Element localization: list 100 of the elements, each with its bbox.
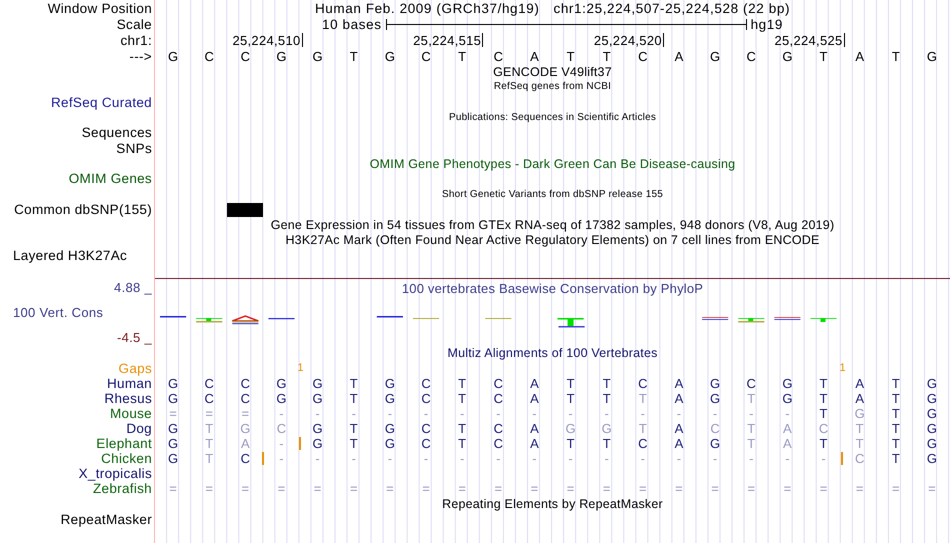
insertion-mark <box>840 452 843 465</box>
track-label: RefSeq Curated <box>50 94 152 110</box>
base-letter: T <box>638 420 647 436</box>
track-title: OMIM Gene Phenotypes - Dark Green Can Be Disease-causing <box>370 156 736 171</box>
base-letter: T <box>892 390 900 406</box>
base-letter: A <box>530 390 539 406</box>
track-label: Window Position <box>48 0 152 16</box>
base-letter: A <box>783 420 792 436</box>
base-letter: G <box>710 436 720 451</box>
base-letter: G <box>602 420 612 436</box>
base-letter: A <box>783 436 792 451</box>
base-letter: - <box>749 406 754 421</box>
track-label: Mouse <box>110 406 152 421</box>
base-letter: G <box>782 390 792 406</box>
base-letter: T <box>350 436 358 451</box>
base-letter: G <box>168 390 178 406</box>
base-letter: T <box>892 376 900 391</box>
track-label: chr1: <box>120 32 152 48</box>
base-letter: = <box>458 480 466 496</box>
base-letter: G <box>384 48 395 64</box>
base-letter: = <box>675 480 683 496</box>
track-label: Common dbSNP(155) <box>14 202 152 218</box>
base-letter: G <box>782 376 792 391</box>
track-title: GENCODE V49lift37 <box>493 64 612 79</box>
base-letter: A <box>674 436 684 451</box>
base-letter: T <box>747 420 756 436</box>
base-letter: C <box>494 420 503 436</box>
base-letter: C <box>494 48 503 64</box>
base-letter: G <box>240 420 250 436</box>
base-letter: G <box>926 420 937 436</box>
base-letter: C <box>746 376 756 391</box>
axis-min-label: -4.5 _ <box>116 330 152 345</box>
base-letter: T <box>856 436 864 451</box>
base-letter: T <box>892 48 900 64</box>
track-title: Multiz Alignments of 100 Vertebrates <box>447 346 658 360</box>
track-label: Gaps <box>118 360 152 376</box>
base-letter: - <box>352 450 356 466</box>
base-letter: A <box>530 376 539 391</box>
base-letter: T <box>602 48 611 64</box>
base-letter: - <box>424 450 428 466</box>
base-letter: - <box>712 406 718 421</box>
base-letter: A <box>530 48 539 64</box>
base-letter: - <box>568 450 573 466</box>
base-letter: - <box>315 406 320 421</box>
base-letter: G <box>168 420 178 436</box>
base-letter: G <box>312 420 323 436</box>
track-label: Chicken <box>101 450 152 466</box>
base-letter: = <box>494 480 502 496</box>
base-letter: C <box>276 420 286 436</box>
base-letter: - <box>496 406 500 421</box>
base-letter: C <box>638 436 648 451</box>
base-letter: - <box>821 450 826 466</box>
base-letter: = <box>386 480 394 496</box>
base-letter: = <box>350 480 358 496</box>
base-letter: - <box>460 450 464 466</box>
assembly-title: Human Feb. 2009 (GRCh37/hg19) <box>314 0 540 16</box>
base-letter: T <box>350 48 358 64</box>
base-letter: T <box>458 376 466 391</box>
base-letter: - <box>785 406 790 421</box>
track-title: H3K27Ac Mark (Often Found Near Active Regulatory Elements) on 7 cell lines from ENCODE <box>285 233 820 248</box>
base-letter: = <box>314 480 322 496</box>
base-letter: G <box>168 436 178 451</box>
track-label: ---> <box>129 48 152 64</box>
base-letter: C <box>204 390 214 406</box>
base-letter: - <box>532 406 537 421</box>
base-letter: G <box>926 390 937 406</box>
base-letter: C <box>421 436 431 451</box>
base-letter: C <box>421 48 431 64</box>
track-label: Human <box>106 376 152 391</box>
track-title: Gene Expression in 54 tissues from GTEx RNA-seq of 17382 samples, 948 donors (V8, Aug 2019) <box>270 218 834 232</box>
base-letter: G <box>926 48 937 64</box>
base-letter: T <box>458 420 466 436</box>
base-letter: = <box>530 480 538 496</box>
base-letter: T <box>892 406 900 421</box>
base-letter: = <box>602 480 610 496</box>
base-letter: T <box>892 450 900 466</box>
assembly-name: hg19 <box>750 16 784 32</box>
base-letter: = <box>422 480 430 496</box>
track-label: X_tropicalis <box>78 466 152 481</box>
base-letter: A <box>674 390 684 406</box>
position-text: chr1:25,224,507-25,224,528 (22 bp) <box>553 0 790 16</box>
base-letter: - <box>279 436 284 451</box>
position-tick: 25,224,525 <box>774 33 845 47</box>
base-letter: T <box>566 48 575 64</box>
track-label: 100 Vert. Cons <box>13 304 104 320</box>
base-letter: T <box>350 390 358 406</box>
position-tick: 25,224,520 <box>594 33 664 47</box>
base-letter: T <box>820 390 828 406</box>
base-letter: - <box>676 450 682 466</box>
base-letter: G <box>276 390 287 406</box>
base-letter: A <box>674 420 684 436</box>
base-letter: = <box>639 480 647 496</box>
track-label: Sequences <box>82 125 152 140</box>
base-letter: G <box>566 420 576 436</box>
base-letter: - <box>532 450 537 466</box>
base-letter: - <box>640 450 645 466</box>
base-letter: G <box>312 390 323 406</box>
base-letter: - <box>604 406 609 421</box>
base-letter: T <box>856 420 864 436</box>
track-label: Scale <box>116 16 152 32</box>
